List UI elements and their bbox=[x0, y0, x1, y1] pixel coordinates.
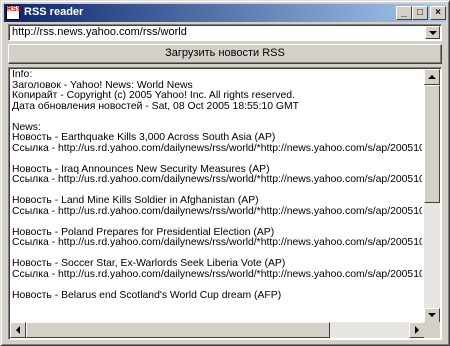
load-rss-button[interactable]: Загрузить новости RSS bbox=[8, 44, 442, 64]
output-line: Info: bbox=[12, 70, 33, 80]
output-line: Новость - Soccer Star, Ex-Warlords Seek … bbox=[12, 258, 286, 269]
output-line: Новость - Land Mine Kills Soldier in Afg… bbox=[12, 195, 259, 206]
output-line: Ссылка - http://us.rd.yahoo.com/dailynew… bbox=[12, 205, 422, 217]
dropdown-button[interactable] bbox=[425, 26, 440, 39]
app-icon: RSS bbox=[6, 5, 21, 20]
chevron-down-icon bbox=[429, 31, 437, 35]
output-line: Ссылка - http://us.rd.yahoo.com/dailynew… bbox=[12, 237, 422, 248]
app-window: RSS RSS reader _ □ × http://rss.news.yah… bbox=[0, 0, 450, 346]
output-line: Дата обновления новостей - Sat, 08 Oct 2… bbox=[12, 100, 299, 112]
url-input[interactable]: http://rss.news.yahoo.com/rss/world bbox=[12, 26, 187, 38]
output-line: Ссылка - http://us.rd.yahoo.com/dailynew… bbox=[12, 142, 422, 154]
url-combobox[interactable]: http://rss.news.yahoo.com/rss/world bbox=[8, 24, 442, 41]
output-memo[interactable]: Info: Заголовок - Yahoo! News: World News… bbox=[8, 67, 442, 340]
arrow-right-icon bbox=[415, 326, 419, 334]
horizontal-scrollbar[interactable] bbox=[10, 322, 425, 338]
output-line: Новость - Earthquake Kills 3,000 Across … bbox=[12, 132, 276, 143]
scroll-left-button[interactable] bbox=[10, 322, 26, 338]
vertical-scroll-thumb[interactable] bbox=[424, 85, 440, 203]
scroll-corner bbox=[424, 322, 440, 338]
output-line: Новость - Belarus end Scotland's World C… bbox=[12, 289, 282, 301]
output-line: Ссылка - http://us.rd.yahoo.com/dailynew… bbox=[12, 174, 422, 185]
arrow-down-icon bbox=[428, 313, 436, 317]
horizontal-scroll-thumb[interactable] bbox=[26, 322, 330, 338]
output-text[interactable]: Info: Заголовок - Yahoo! News: World News… bbox=[12, 70, 422, 322]
window-title: RSS reader bbox=[24, 6, 84, 18]
arrow-left-icon bbox=[16, 326, 20, 334]
title-bar[interactable]: RSS RSS reader _ □ × bbox=[4, 4, 446, 22]
arrow-up-icon bbox=[428, 75, 436, 79]
output-line: Ссылка - http://us.rd.yahoo.com/dailynew… bbox=[12, 268, 422, 280]
close-button[interactable]: × bbox=[430, 6, 446, 20]
scroll-right-button[interactable] bbox=[409, 322, 425, 338]
scroll-up-button[interactable] bbox=[424, 69, 440, 85]
output-line: Копирайт - Copyright (c) 2005 Yahoo! Inc… bbox=[12, 90, 295, 101]
vertical-scrollbar[interactable] bbox=[424, 69, 440, 324]
maximize-button[interactable]: □ bbox=[412, 6, 428, 20]
minimize-button[interactable]: _ bbox=[396, 6, 412, 20]
